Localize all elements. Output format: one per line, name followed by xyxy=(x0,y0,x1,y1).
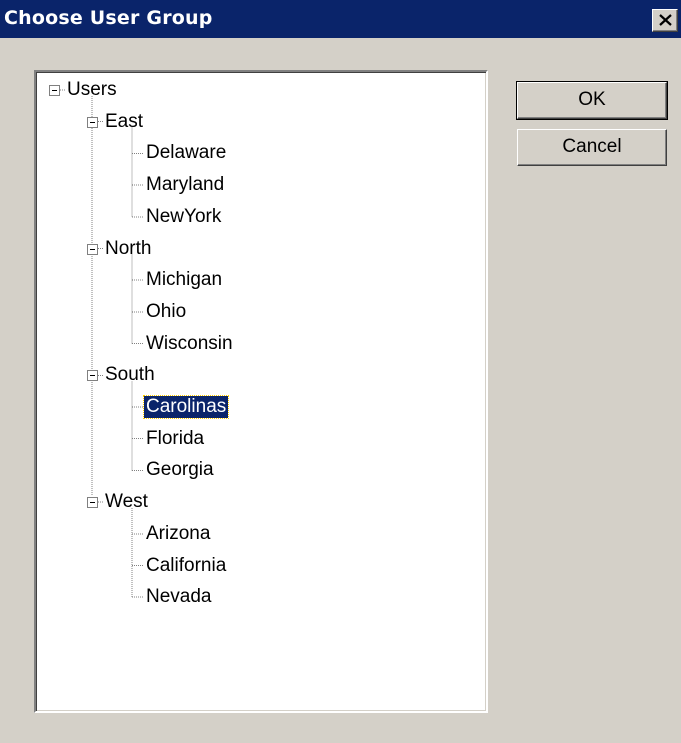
tree-node-california[interactable]: California xyxy=(146,555,226,577)
close-button[interactable] xyxy=(652,9,678,32)
users-collapse-icon[interactable] xyxy=(49,85,60,96)
tree-node-group-east[interactable]: East xyxy=(105,111,143,133)
group-south-collapse-icon[interactable] xyxy=(87,370,98,382)
tree-node-arizona[interactable]: Arizona xyxy=(146,523,210,545)
tree-node-carolinas[interactable]: Carolinas xyxy=(142,395,230,419)
title-bar[interactable]: Choose User Group xyxy=(0,0,681,38)
dialog-title: Choose User Group xyxy=(4,7,213,29)
choose-user-group-dialog: Choose User Group Users East Delaware Maryl… xyxy=(0,0,681,743)
tree-node-delaware[interactable]: Delaware xyxy=(146,142,226,164)
tree-node-group-west[interactable]: West xyxy=(105,491,148,513)
tree-node-group-north[interactable]: North xyxy=(105,238,151,260)
tree-node-ohio[interactable]: Ohio xyxy=(146,301,186,323)
tree-node-newyork[interactable]: NewYork xyxy=(146,206,221,228)
close-icon xyxy=(659,14,672,26)
tree-node-wisconsin[interactable]: Wisconsin xyxy=(146,333,233,355)
tree-node-nevada[interactable]: Nevada xyxy=(146,586,212,608)
tree-node-maryland[interactable]: Maryland xyxy=(146,174,224,196)
tree-node-florida[interactable]: Florida xyxy=(146,428,204,450)
tree-node-georgia[interactable]: Georgia xyxy=(146,459,214,481)
ok-button[interactable]: OK xyxy=(516,81,668,120)
tree-node-users[interactable]: Users xyxy=(67,79,117,101)
cancel-button[interactable]: Cancel xyxy=(517,129,667,166)
group-west-collapse-icon[interactable] xyxy=(87,497,98,509)
group-east-collapse-icon[interactable] xyxy=(87,116,98,128)
user-group-tree[interactable]: Users East Delaware Maryland NewYork North Mic… xyxy=(34,70,488,713)
tree-node-group-south[interactable]: South xyxy=(105,364,155,386)
group-north-collapse-icon[interactable] xyxy=(87,243,98,255)
tree-connector-lines xyxy=(60,89,144,598)
tree-node-michigan[interactable]: Michigan xyxy=(146,269,222,291)
